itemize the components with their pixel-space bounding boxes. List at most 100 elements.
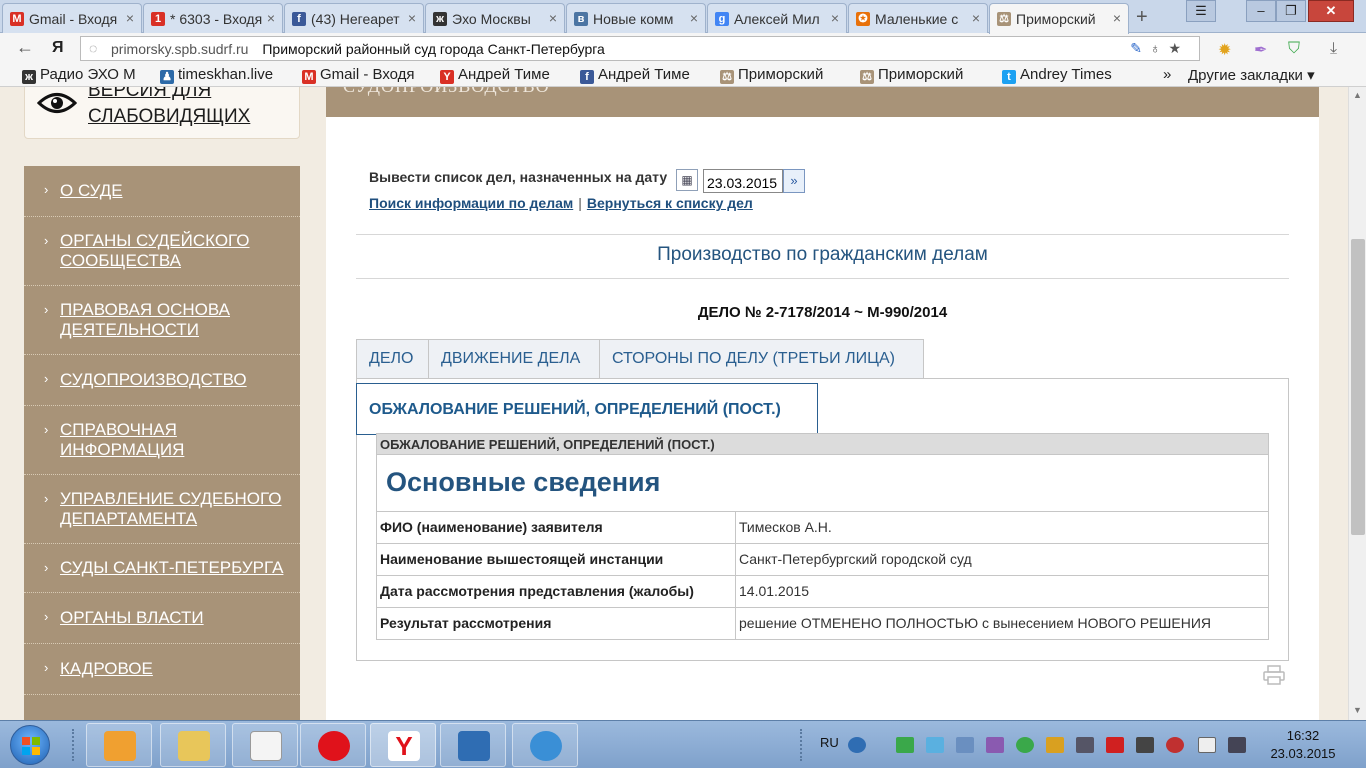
bookmark-item[interactable]: ⚖ Приморский [860, 66, 996, 84]
tab-case[interactable]: ДЕЛО [356, 339, 429, 379]
close-tab-icon[interactable]: × [126, 10, 134, 26]
maximize-button[interactable]: ❐ [1276, 0, 1306, 22]
download-icon[interactable]: ⤓ [1330, 40, 1337, 58]
browser-tab[interactable]: 1 * 6303 - Входя × [143, 3, 283, 33]
taskbar-notepad[interactable] [232, 723, 298, 767]
start-button[interactable] [10, 725, 50, 765]
more-bookmarks-button[interactable]: » [1163, 66, 1171, 83]
network-share-icon[interactable] [926, 737, 944, 753]
sidebar-item[interactable]: › О СУДЕ [24, 166, 300, 217]
scroll-thumb[interactable] [1351, 239, 1365, 535]
weather-extension-icon[interactable]: ✹ [1218, 40, 1231, 60]
gmail-icon: M [10, 12, 24, 26]
close-tab-icon[interactable]: × [408, 10, 416, 26]
bookmark-item[interactable]: M Gmail - Входя [302, 66, 438, 84]
taskbar-opera[interactable] [300, 723, 366, 767]
appeals-table-header: ОБЖАЛОВАНИЕ РЕШЕНИЙ, ОПРЕДЕЛЕНИЙ (ПОСТ.) [376, 433, 1269, 455]
browser-tab[interactable]: f (43) Негеарет × [284, 3, 424, 33]
sidebar-item[interactable]: › СУДЫ САНКТ-ПЕТЕРБУРГА [24, 544, 300, 593]
display-icon[interactable] [1076, 737, 1094, 753]
shield-extension-icon[interactable]: ⛉ [1288, 40, 1300, 58]
sidebar-item[interactable]: › ОРГАНЫ ВЛАСТИ [24, 593, 300, 644]
scroll-up-icon[interactable]: ▲ [1353, 90, 1362, 100]
browser-tab-label: Маленькие с [875, 11, 959, 27]
close-tab-icon[interactable]: × [1113, 10, 1121, 26]
tab-case-movement[interactable]: ДВИЖЕНИЕ ДЕЛА [428, 339, 600, 379]
date-input[interactable] [703, 169, 783, 193]
sidebar-item[interactable]: › ОРГАНЫ СУДЕЙСКОГО СООБЩЕСТВА [24, 217, 300, 286]
flag-icon[interactable] [1198, 737, 1216, 753]
scroll-down-icon[interactable]: ▼ [1353, 705, 1362, 715]
security-ok-icon[interactable] [1016, 737, 1034, 753]
bookmark-label: Радио ЭХО М [40, 66, 136, 83]
browser-tab[interactable]: g Алексей Мил × [707, 3, 847, 33]
print-icon[interactable] [1263, 665, 1285, 685]
close-tab-icon[interactable]: × [690, 10, 698, 26]
browser-tab-strip: M Gmail - Входя × 1 * 6303 - Входя × f (43) Нег… [0, 0, 1366, 34]
accessibility-version-link[interactable]: ВЕРСИЯ ДЛЯ СЛАБОВИДЯЩИХ [24, 87, 300, 139]
search-cases-link[interactable]: Поиск информации по делам [369, 195, 573, 211]
brush-icon[interactable]: ✎ [1130, 40, 1150, 56]
show-list-button[interactable]: » [783, 169, 805, 193]
usb-icon[interactable] [956, 737, 974, 753]
browser-tab[interactable]: M Gmail - Входя × [2, 3, 142, 33]
page-scrollbar[interactable]: ▲ ▼ [1348, 87, 1366, 720]
browser-tab[interactable]: ✪ Маленькие с × [848, 3, 988, 33]
network-icon [458, 731, 490, 761]
sidebar-item[interactable]: › УПРАВЛЕНИЕ СУДЕБНОГО ДЕПАРТАМЕНТА [24, 475, 300, 544]
power-icon[interactable] [1136, 737, 1154, 753]
bookmark-icon: M [302, 70, 316, 84]
sidebar-item[interactable]: › СУДОПРОИЗВОДСТВО [24, 355, 300, 406]
bookmark-item[interactable]: t Andrey Times [1002, 66, 1138, 84]
windows-logo-icon [22, 737, 40, 755]
sidebar-item[interactable]: › ПРАВОВАЯ ОСНОВА ДЕЯТЕЛЬНОСТИ [24, 286, 300, 355]
language-indicator[interactable]: RU [820, 735, 839, 750]
minimize-button[interactable]: – [1246, 0, 1276, 22]
new-tab-button[interactable]: + [1136, 6, 1148, 29]
close-tab-icon[interactable]: × [831, 10, 839, 26]
chevron-right-icon: › [44, 560, 49, 575]
user-menu-button[interactable]: ☰ [1186, 0, 1216, 22]
bookmark-item[interactable]: Y Андрей Тиме [440, 66, 576, 84]
ati-icon[interactable] [1106, 737, 1124, 753]
close-tab-icon[interactable]: × [549, 10, 557, 26]
back-to-list-link[interactable]: Вернуться к списку дел [587, 195, 753, 211]
other-bookmarks-button[interactable]: Другие закладки ▾ [1188, 66, 1315, 84]
taskbar-explorer[interactable] [160, 723, 226, 767]
taskbar-yandex-browser[interactable]: Y [370, 723, 436, 767]
yandex-icon[interactable]: Я [52, 39, 64, 57]
chevron-right-icon: › [44, 660, 49, 675]
browser-tab[interactable]: ⚖ Приморский × [989, 3, 1129, 34]
star-icon[interactable]: ★ [1168, 40, 1189, 56]
tab-appeals[interactable]: ОБЖАЛОВАНИЕ РЕШЕНИЙ, ОПРЕДЕЛЕНИЙ (ПОСТ.) [356, 383, 818, 435]
calendar-icon[interactable]: ▦ [676, 169, 698, 191]
sidebar-item[interactable]: › КАДРОВОЕ [24, 644, 300, 695]
browser-tab[interactable]: ж Эхо Москвы × [425, 3, 565, 33]
bulb-icon[interactable]: ♁ [1150, 40, 1169, 56]
help-icon[interactable] [848, 737, 866, 753]
browser-tab[interactable]: в Новые комм × [566, 3, 706, 33]
close-tab-icon[interactable]: × [972, 10, 980, 26]
system-clock[interactable]: 16:32 23.03.2015 [1258, 727, 1348, 763]
checkmark-icon[interactable] [896, 737, 914, 753]
taskbar-network[interactable] [440, 723, 506, 767]
sidebar-item[interactable]: › СПРАВОЧНАЯ ИНФОРМАЦИЯ [24, 406, 300, 475]
bookmark-item[interactable]: ♟ timeskhan.live [160, 66, 296, 84]
bookmark-item[interactable]: f Андрей Тиме [580, 66, 716, 84]
close-tab-icon[interactable]: × [267, 10, 275, 26]
bookmark-item[interactable]: ⚖ Приморский [720, 66, 856, 84]
back-icon[interactable]: ← [16, 37, 34, 58]
omnibox-actions[interactable]: ✎♁★ [1130, 40, 1189, 57]
bookmark-item[interactable]: ж Радио ЭХО М [22, 66, 158, 84]
media-icon[interactable] [986, 737, 1004, 753]
tab-parties[interactable]: СТОРОНЫ ПО ДЕЛУ (ТРЕТЬИ ЛИЦА) [599, 339, 924, 379]
omnibox[interactable]: ◌ primorsky.spb.sudrf.ru Приморский райо… [80, 36, 1200, 61]
network-status-icon[interactable] [1228, 737, 1246, 753]
page-info-icon[interactable]: ◌ [89, 40, 97, 56]
volume-icon[interactable] [1046, 737, 1064, 753]
taskbar-media-player[interactable] [86, 723, 152, 767]
close-window-button[interactable]: ✕ [1308, 0, 1354, 22]
blocked-icon[interactable] [1166, 737, 1184, 753]
taskbar-phone[interactable] [512, 723, 578, 767]
feather-extension-icon[interactable]: ✒ [1254, 40, 1267, 60]
